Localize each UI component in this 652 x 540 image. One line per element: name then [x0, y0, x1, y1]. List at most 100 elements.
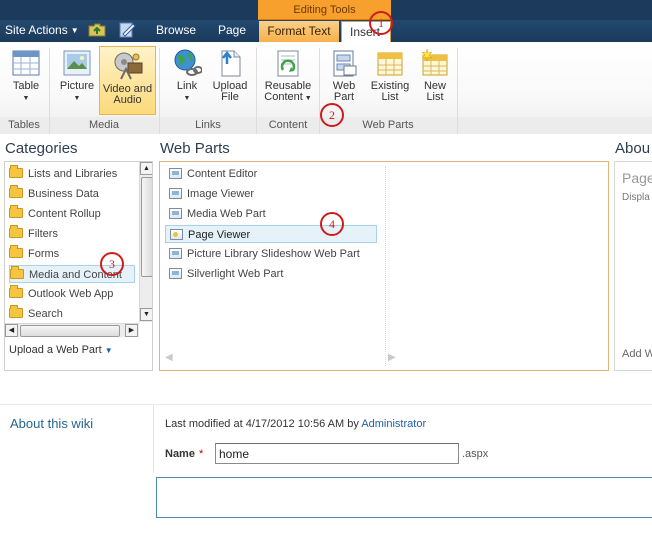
page-name-input[interactable]	[215, 443, 459, 464]
insert-table-button[interactable]: Table ▼	[6, 48, 46, 104]
scroll-left-icon[interactable]: ◀	[5, 324, 18, 337]
category-label: Content Rollup	[28, 208, 101, 220]
reusable-content-button[interactable]: Reusable Content ▼	[262, 48, 314, 104]
scrollbar-thumb[interactable]	[20, 325, 120, 337]
about-this-wiki-heading[interactable]: About this wiki	[10, 416, 93, 431]
scroll-right-icon[interactable]: ▶	[125, 324, 138, 337]
category-item-business-data[interactable]: Business Data	[9, 185, 135, 203]
categories-vertical-scrollbar[interactable]: ▲ ▼	[139, 162, 152, 322]
page-content-editor[interactable]	[156, 477, 652, 518]
chevron-down-icon: ▼	[104, 346, 113, 355]
insert-link-button[interactable]: Link ▼	[168, 48, 206, 104]
tab-format-text[interactable]: Format Text	[259, 21, 339, 42]
web-part-icon	[169, 248, 182, 259]
upload-web-part-menu[interactable]: Upload a Web Part ▼	[9, 344, 113, 356]
web-part-label: Image Viewer	[187, 188, 255, 200]
chevron-down-icon: ▼	[70, 26, 79, 35]
scrollbar-thumb[interactable]	[141, 177, 152, 277]
webpart-button-label-line2: Part	[333, 91, 355, 103]
insert-web-part-button[interactable]: Web Part	[324, 48, 364, 103]
tab-page[interactable]: Page	[218, 23, 246, 37]
web-part-label: Picture Library Slideshow Web Part	[187, 248, 360, 260]
web-part-icon	[169, 168, 182, 179]
about-part-pane: Page Displa Add W	[614, 161, 652, 371]
categories-list[interactable]: Lists and Libraries Business Data Conten…	[5, 162, 139, 322]
web-part-item-page-viewer[interactable]: Page Viewer	[165, 225, 377, 243]
picture-button-label: Picture	[59, 80, 95, 92]
required-indicator: *	[198, 448, 204, 460]
folder-icon	[9, 225, 23, 238]
category-item-outlook-web-app[interactable]: Outlook Web App	[9, 285, 135, 303]
upload-file-icon	[221, 50, 241, 77]
scroll-down-icon[interactable]: ▼	[140, 308, 152, 321]
chevron-down-icon: ▼	[304, 95, 312, 102]
chevron-down-icon: ▼	[22, 95, 30, 102]
about-part-description: Displa	[622, 192, 650, 203]
category-label: Search	[28, 308, 63, 320]
last-modified-info: Last modified at 4/17/2012 10:56 AM by A…	[165, 418, 426, 430]
step-marker-2: 2	[320, 103, 344, 127]
last-modified-text: Last modified at 4/17/2012 10:56 AM by	[165, 418, 359, 430]
name-field-label: Name *	[165, 448, 203, 460]
folder-icon	[10, 266, 24, 279]
group-label-content: Content	[268, 119, 308, 131]
folder-icon	[9, 185, 23, 198]
link-button-label: Link	[176, 80, 198, 92]
previous-page-icon[interactable]: ◀	[165, 352, 173, 363]
column-divider	[385, 166, 386, 366]
folder-icon	[9, 165, 23, 178]
categories-pane: Lists and Libraries Business Data Conten…	[4, 161, 153, 371]
reusable-button-label-line2: Content	[264, 91, 303, 103]
file-extension: .aspx	[462, 448, 489, 460]
site-actions-menu[interactable]: Site Actions ▼	[5, 23, 79, 37]
reusable-content-icon	[277, 50, 299, 77]
folder-icon	[9, 245, 23, 258]
next-page-icon[interactable]: ▶	[388, 352, 396, 363]
edit-page-icon[interactable]	[119, 22, 136, 38]
modified-by-link[interactable]: Administrator	[361, 418, 426, 430]
video-button-label-line2: Audio	[113, 94, 142, 106]
web-parts-title: Web Parts	[160, 140, 230, 157]
web-part-item-media-web-part[interactable]: Media Web Part	[165, 205, 377, 223]
web-part-item-picture-library-slideshow[interactable]: Picture Library Slideshow Web Part	[165, 245, 377, 263]
tab-browse[interactable]: Browse	[156, 23, 196, 37]
category-label: Business Data	[28, 188, 99, 200]
upload-web-part-label: Upload a Web Part	[9, 344, 102, 356]
web-part-label: Content Editor	[187, 168, 258, 180]
existing-list-button[interactable]: Existing List	[368, 48, 412, 103]
scroll-up-icon[interactable]: ▲	[140, 162, 152, 175]
upload-button-label-line2: File	[221, 91, 239, 103]
insert-video-and-audio-button[interactable]: Video and Audio	[99, 46, 156, 115]
picture-icon	[63, 50, 91, 76]
upload-file-button[interactable]: Upload File	[208, 48, 252, 103]
table-button-label: Table	[12, 80, 40, 92]
category-item-search[interactable]: Search	[9, 305, 135, 322]
category-label: Lists and Libraries	[28, 168, 118, 180]
page-viewer-icon	[170, 229, 183, 240]
navigate-up-icon[interactable]	[88, 22, 106, 37]
chevron-down-icon: ▼	[73, 95, 81, 102]
web-part-item-image-viewer[interactable]: Image Viewer	[165, 185, 377, 203]
category-item-content-rollup[interactable]: Content Rollup	[9, 205, 135, 223]
category-item-lists-and-libraries[interactable]: Lists and Libraries	[9, 165, 135, 183]
insert-picture-button[interactable]: Picture ▼	[56, 48, 98, 104]
web-part-item-content-editor[interactable]: Content Editor	[165, 165, 377, 183]
folder-icon	[9, 285, 23, 298]
group-label-links: Links	[195, 119, 221, 131]
new-list-icon	[421, 48, 448, 76]
new-list-button[interactable]: New List	[416, 48, 454, 103]
web-part-icon	[333, 50, 357, 77]
site-actions-label: Site Actions	[5, 23, 68, 37]
step-marker-3: 3	[100, 252, 124, 276]
web-part-icon	[169, 188, 182, 199]
web-part-item-silverlight[interactable]: Silverlight Web Part	[165, 265, 377, 283]
add-web-part-link[interactable]: Add W	[622, 348, 652, 360]
categories-horizontal-scrollbar[interactable]: ◀ ▶	[5, 323, 139, 337]
step-marker-1: 1	[369, 11, 393, 35]
about-part-title: Abou	[615, 140, 651, 157]
section-divider	[0, 404, 652, 405]
globe-link-icon	[174, 49, 202, 76]
category-item-filters[interactable]: Filters	[9, 225, 135, 243]
web-part-label: Page Viewer	[188, 229, 251, 241]
category-label: Outlook Web App	[28, 288, 114, 300]
